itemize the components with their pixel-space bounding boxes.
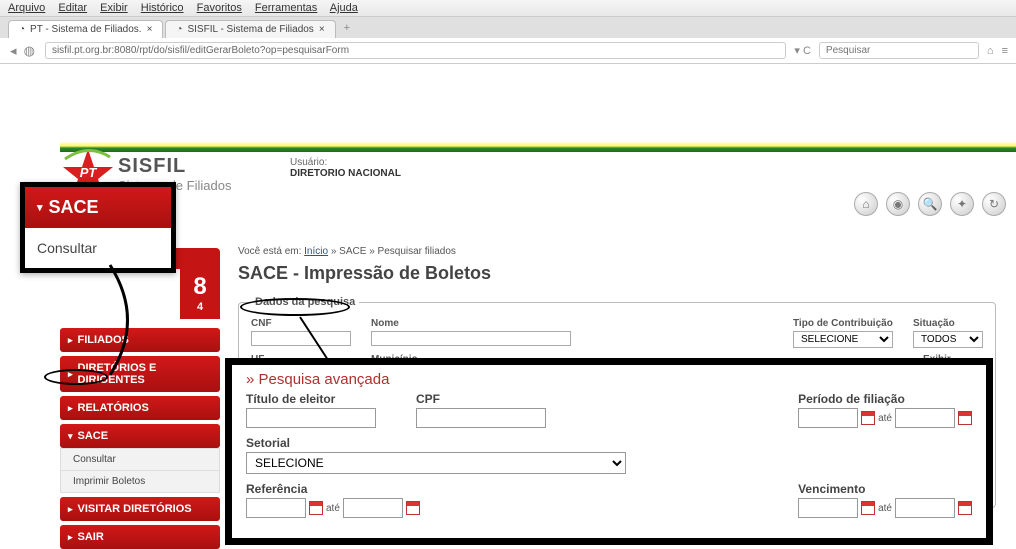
- adv-input-venc-de[interactable]: [798, 498, 858, 518]
- browser-tabs: ◔ PT - Sistema de Filiados. × ◔ SISFIL -…: [0, 17, 1016, 38]
- sidebar-sub-imprimir[interactable]: Imprimir Boletos: [60, 471, 220, 493]
- adv-label-cpf: CPF: [416, 392, 546, 406]
- calendar-icon[interactable]: [958, 411, 972, 425]
- new-tab-button[interactable]: +: [338, 20, 356, 38]
- callout-advanced-box: » Pesquisa avançada Título de eleitor CP…: [225, 358, 993, 545]
- adv-select-setorial[interactable]: SELECIONE: [246, 452, 626, 474]
- chevron-down-icon: ▾: [68, 431, 73, 442]
- menu-icon[interactable]: ≡: [1002, 45, 1008, 57]
- nav-icons: ◂ ◍: [8, 43, 37, 59]
- page-title: SACE - Impressão de Boletos: [238, 263, 996, 284]
- adv-input-periodo-ate[interactable]: [895, 408, 955, 428]
- chevron-down-icon: ▾: [37, 201, 43, 214]
- adv-label-periodo: Período de filiação: [798, 392, 972, 406]
- chevron-right-icon: ▸: [68, 403, 73, 414]
- adv-label-referencia: Referência: [246, 482, 420, 496]
- adv-input-venc-ate[interactable]: [895, 498, 955, 518]
- menu-historico[interactable]: Histórico: [141, 2, 184, 14]
- select-situacao[interactable]: TODOS: [913, 331, 983, 348]
- menu-favoritos[interactable]: Favoritos: [197, 2, 242, 14]
- breadcrumb: Você está em: Início » SACE » Pesquisar …: [238, 246, 996, 257]
- url-input[interactable]: sisfil.pt.org.br:8080/rpt/do/sisfil/edit…: [45, 42, 786, 59]
- tab-close-icon[interactable]: ×: [319, 24, 325, 35]
- calendar-icon[interactable]: [861, 411, 875, 425]
- label-tipo: Tipo de Contribuição: [793, 318, 893, 329]
- input-nome[interactable]: [371, 331, 571, 346]
- adv-label-ate3: até: [878, 503, 892, 514]
- highlight-oval-consultar: [44, 369, 108, 385]
- sidebar-item-sace[interactable]: ▾SACE: [60, 424, 220, 448]
- browser-menu-bar: Arquivo Editar Exibir Histórico Favorito…: [0, 0, 1016, 17]
- page-header: PT SISFIL Sistema de Filiados Rede PT Br…: [60, 142, 1016, 242]
- sidebar-item-sair[interactable]: ▸SAIR: [60, 525, 220, 549]
- adv-label-ate2: até: [326, 503, 340, 514]
- refresh-orb-icon[interactable]: ↻: [982, 192, 1006, 216]
- chevron-right-icon: ▸: [68, 504, 73, 515]
- chevron-right-icon: ▸: [68, 532, 73, 543]
- highlight-oval-adv-link: [240, 298, 350, 316]
- calendar-icon[interactable]: [309, 501, 323, 515]
- tab-close-icon[interactable]: ×: [147, 24, 153, 35]
- adv-input-ref-de[interactable]: [246, 498, 306, 518]
- calendar-icon[interactable]: [861, 501, 875, 515]
- usuario-label: Usuário:: [290, 157, 401, 168]
- brand-title: SISFIL: [118, 155, 231, 178]
- browser-search-input[interactable]: [819, 42, 979, 59]
- menu-arquivo[interactable]: Arquivo: [8, 2, 45, 14]
- menu-ferramentas[interactable]: Ferramentas: [255, 2, 317, 14]
- sidebar-item-visitar[interactable]: ▸VISITAR DIRETÓRIOS: [60, 497, 220, 521]
- menu-editar[interactable]: Editar: [58, 2, 87, 14]
- adv-input-cpf[interactable]: [416, 408, 546, 428]
- eye-orb-icon[interactable]: ◉: [886, 192, 910, 216]
- dropdown-icon[interactable]: ▾ C: [794, 44, 811, 57]
- calendar-icon[interactable]: [958, 501, 972, 515]
- label-nome: Nome: [371, 318, 571, 329]
- adv-input-ref-ate[interactable]: [343, 498, 403, 518]
- label-situacao: Situação: [913, 318, 983, 329]
- tab-label: PT - Sistema de Filiados.: [30, 24, 142, 35]
- adv-label-ate: até: [878, 413, 892, 424]
- tab-label: SISFIL - Sistema de Filiados: [187, 24, 313, 35]
- select-tipo[interactable]: SELECIONE: [793, 331, 893, 348]
- home-icon[interactable]: ⌂: [987, 45, 994, 57]
- adv-input-titulo[interactable]: [246, 408, 376, 428]
- sidebar-sub-consultar[interactable]: Consultar: [60, 448, 220, 471]
- adv-label-setorial: Setorial: [246, 436, 626, 450]
- menu-ajuda[interactable]: Ajuda: [330, 2, 358, 14]
- callout-sace-title: ▾SACE: [25, 187, 171, 228]
- globe-orb-icon[interactable]: ✦: [950, 192, 974, 216]
- menu-exibir[interactable]: Exibir: [100, 2, 128, 14]
- breadcrumb-inicio[interactable]: Início: [304, 246, 328, 257]
- svg-text:PT: PT: [80, 165, 98, 180]
- tab-favicon: ◔: [176, 24, 182, 35]
- adv-label-vencimento: Vencimento: [798, 482, 972, 496]
- adv-input-periodo-de[interactable]: [798, 408, 858, 428]
- usuario-name: DIRETORIO NACIONAL: [290, 168, 401, 179]
- browser-tab-2[interactable]: ◔ SISFIL - Sistema de Filiados ×: [165, 20, 335, 38]
- adv-title: » Pesquisa avançada: [246, 371, 972, 388]
- browser-url-bar: ◂ ◍ sisfil.pt.org.br:8080/rpt/do/sisfil/…: [0, 38, 1016, 64]
- sidebar-item-relatorios[interactable]: ▸RELATÓRIOS: [60, 396, 220, 420]
- home-orb-icon[interactable]: ⌂: [854, 192, 878, 216]
- back-icon[interactable]: ◂: [10, 43, 17, 58]
- chevron-right-icon: ▸: [68, 335, 73, 346]
- search-orb-icon[interactable]: 🔍: [918, 192, 942, 216]
- tab-favicon: ◔: [19, 24, 25, 35]
- adv-label-titulo: Título de eleitor: [246, 392, 376, 406]
- browser-tab-1[interactable]: ◔ PT - Sistema de Filiados. ×: [8, 20, 163, 38]
- globe-icon: ◍: [24, 43, 35, 58]
- calendar-icon[interactable]: [406, 501, 420, 515]
